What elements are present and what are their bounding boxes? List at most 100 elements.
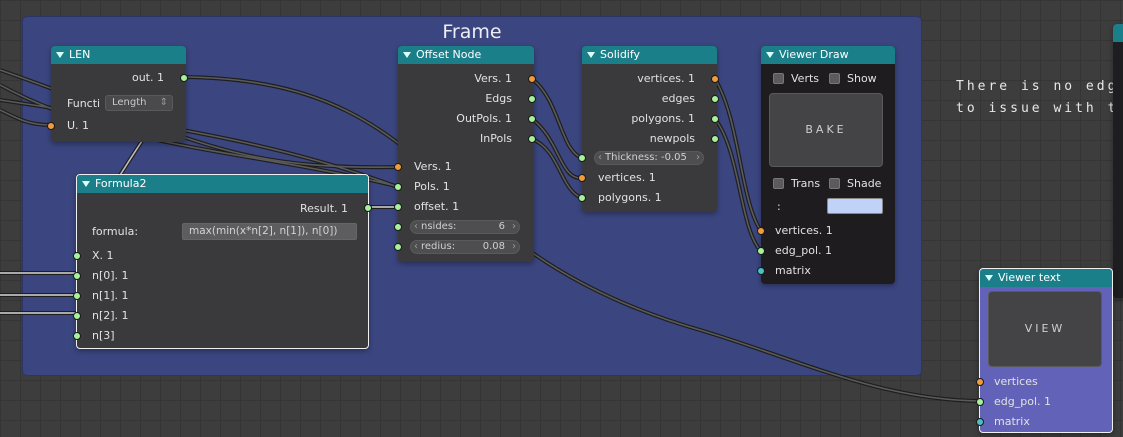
len-input-label: U. 1 (67, 119, 90, 132)
view-button[interactable]: VIEW (988, 291, 1102, 367)
len-output-label: out. 1 (131, 71, 164, 84)
offset-input-pols-socket[interactable] (394, 183, 402, 191)
view-label: VIEW (1024, 322, 1066, 335)
solidify-output-polygons-socket[interactable] (711, 115, 719, 123)
offset-output-verts-socket[interactable] (528, 75, 536, 83)
formula-input-n1-socket[interactable] (73, 292, 81, 300)
bake-button[interactable]: BAKE (769, 93, 883, 167)
offset-output-outpols: OutPols. 1 (456, 112, 512, 125)
formula-input-n0: n[0]. 1 (92, 269, 129, 282)
offset-output-edgs: Edgs (485, 92, 512, 105)
viewer-text-vertices-socket[interactable] (976, 378, 984, 386)
viewer-draw-node[interactable]: Viewer Draw Verts Show BAKE Trans Shade … (757, 46, 895, 284)
offset-output-verts: Vers. 1 (474, 72, 512, 85)
collapse-triangle-icon[interactable] (985, 275, 993, 281)
dropdown-arrows-icon: ⇕ (159, 97, 168, 108)
formula-input-n2-socket[interactable] (73, 312, 81, 320)
nsides-field[interactable]: ‹ nsides: 6 › (410, 220, 520, 234)
increment-arrow-icon[interactable]: › (696, 152, 700, 164)
show-checkbox[interactable] (829, 73, 840, 84)
formula-input-n0-socket[interactable] (73, 272, 81, 280)
increment-arrow-icon[interactable]: › (512, 221, 516, 233)
formula-node-title: Formula2 (95, 177, 147, 190)
solidify-node-header[interactable]: Solidify (582, 46, 717, 64)
offset-output-inpols-socket[interactable] (528, 135, 536, 143)
offset-input-pols: Pols. 1 (414, 180, 450, 193)
increment-arrow-icon[interactable]: › (512, 241, 516, 253)
thickness-field[interactable]: ‹ Thickness: -0.05 › (594, 151, 704, 165)
formula-input-n1: n[1]. 1 (92, 289, 129, 302)
collapse-triangle-icon[interactable] (82, 181, 90, 187)
solidify-output-vertices-socket[interactable] (711, 75, 719, 83)
viewer-text-node[interactable]: Viewer text VIEW vertices edg_pol. 1 mat… (976, 268, 1113, 433)
viewer-draw-matrix-socket[interactable] (757, 267, 765, 275)
show-label: Show (847, 72, 877, 85)
formula-input-x: X. 1 (92, 249, 114, 262)
viewer-text-vertices: vertices (994, 375, 1038, 388)
viewer-text-header[interactable]: Viewer text (980, 269, 1112, 287)
viewer-text-matrix-socket[interactable] (976, 418, 984, 426)
solidify-output-edges: edges (661, 92, 695, 105)
decrement-arrow-icon[interactable]: ‹ (414, 241, 418, 253)
nsides-value: 6 (498, 221, 505, 232)
viewer-draw-edgpol: edg_pol. 1 (775, 244, 832, 257)
formula-node[interactable]: Formula2 Result. 1 formula: max(min(x*n[… (73, 174, 372, 349)
solidify-output-polygons: polygons. 1 (631, 112, 695, 125)
shade-label: Shade (847, 177, 882, 190)
formula-input-n3-socket[interactable] (73, 332, 81, 340)
solidify-input-vertices-socket[interactable] (578, 174, 586, 182)
viewer-text-matrix: matrix (994, 415, 1030, 428)
collapse-triangle-icon[interactable] (766, 52, 774, 58)
offset-redius-socket[interactable] (394, 243, 402, 251)
len-node-title: LEN (69, 48, 91, 61)
color-swatch[interactable] (827, 198, 883, 214)
offset-input-offset-socket[interactable] (394, 203, 402, 211)
viewer-draw-vertices: vertices. 1 (775, 224, 833, 237)
viewer-draw-vertices-socket[interactable] (757, 227, 765, 235)
viewer-draw-header[interactable]: Viewer Draw (761, 46, 895, 64)
offset-input-verts-socket[interactable] (394, 163, 402, 171)
len-node-header[interactable]: LEN (51, 46, 186, 64)
solidify-input-polygons-socket[interactable] (578, 194, 586, 202)
len-function-dropdown[interactable]: Length ⇕ (105, 95, 173, 111)
trans-checkbox[interactable] (773, 178, 784, 189)
len-output-socket[interactable] (180, 74, 188, 82)
offset-node[interactable]: Offset Node Vers. 1 Edgs OutPols. 1 InPo… (394, 46, 536, 262)
len-function-label: Functi (67, 97, 101, 110)
formula-input-x-socket[interactable] (73, 252, 81, 260)
offset-output-edgs-socket[interactable] (528, 95, 536, 103)
formula-input[interactable]: max(min(x*n[2], n[1]), n[0]) (182, 223, 357, 240)
solidify-node[interactable]: Solidify vertices. 1 edges polygons. 1 n… (578, 46, 719, 212)
offset-output-outpols-socket[interactable] (528, 115, 536, 123)
viewer-draw-matrix: matrix (775, 264, 811, 277)
formula-node-header[interactable]: Formula2 (77, 175, 368, 193)
formula-result-label: Result. 1 (300, 202, 348, 215)
offset-node-title: Offset Node (416, 48, 482, 61)
formula-label: formula: (92, 225, 139, 238)
offset-node-header[interactable]: Offset Node (398, 46, 534, 64)
len-input-socket[interactable] (47, 122, 55, 130)
viewer-draw-edgpol-socket[interactable] (757, 247, 765, 255)
viewer-text-edgpol-socket[interactable] (976, 398, 984, 406)
solidify-node-title: Solidify (600, 48, 641, 61)
formula-result-socket[interactable] (364, 204, 372, 212)
decrement-arrow-icon[interactable]: ‹ (414, 221, 418, 233)
offset-output-inpols: InPols (480, 132, 512, 145)
shade-checkbox[interactable] (829, 178, 840, 189)
solidify-thickness-socket[interactable] (578, 154, 586, 162)
solidify-output-newpols-socket[interactable] (711, 135, 719, 143)
collapse-triangle-icon[interactable] (56, 52, 64, 58)
collapse-triangle-icon[interactable] (403, 52, 411, 58)
collapse-triangle-icon[interactable] (587, 52, 595, 58)
len-node[interactable]: LEN out. 1 Functi Length ⇕ U. 1 (47, 46, 188, 142)
decrement-arrow-icon[interactable]: ‹ (598, 152, 602, 164)
viewer-draw-title: Viewer Draw (779, 48, 849, 61)
verts-checkbox[interactable] (773, 73, 784, 84)
offset-nsides-socket[interactable] (394, 223, 402, 231)
solidify-output-edges-socket[interactable] (711, 95, 719, 103)
redius-field[interactable]: ‹ redius: 0.08 › (410, 240, 520, 254)
viewer-text-edgpol: edg_pol. 1 (994, 395, 1051, 408)
solidify-input-polygons: polygons. 1 (598, 191, 662, 204)
formula-input-n2: n[2]. 1 (92, 309, 129, 322)
redius-label: redius: (421, 241, 456, 252)
